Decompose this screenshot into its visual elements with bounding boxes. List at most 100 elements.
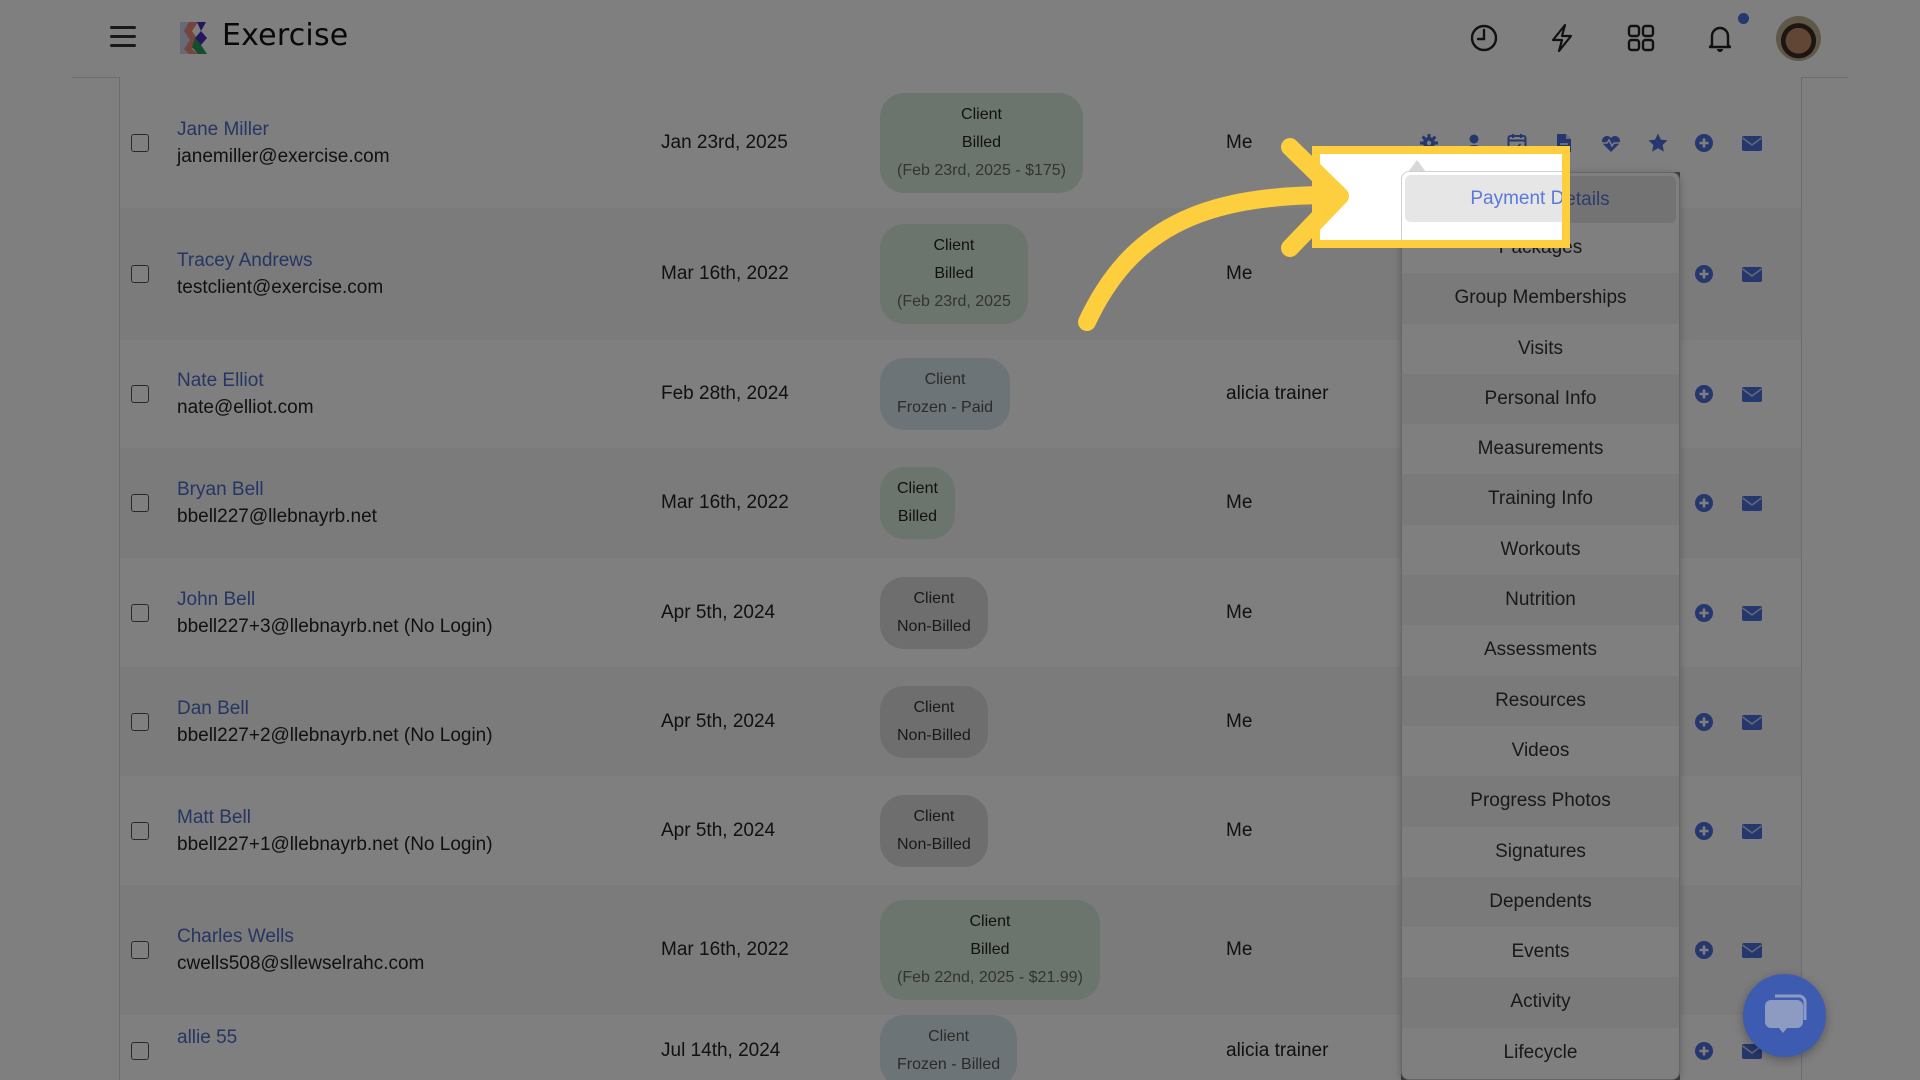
client-name-link[interactable]: Tracey Andrews [177, 250, 313, 272]
assigned-trainer: Me [1226, 710, 1253, 732]
assigned-trainer: Me [1226, 263, 1253, 284]
badge-role: Client [933, 237, 975, 254]
status-badge[interactable]: Client Non-Billed [880, 794, 988, 867]
spotlight-region: Payment Details [1320, 154, 1562, 240]
row-select-checkbox[interactable] [131, 494, 149, 512]
status-badge[interactable]: Client Billed [880, 467, 955, 539]
add-circle-icon[interactable] [1693, 383, 1715, 405]
chat-button[interactable] [1743, 974, 1826, 1057]
status-badge[interactable]: Client Non-Billed [880, 685, 988, 758]
envelope-icon[interactable] [1741, 711, 1763, 733]
envelope-icon[interactable] [1741, 132, 1763, 154]
star-icon[interactable] [1647, 132, 1669, 154]
status-badge[interactable]: Client Non-Billed [880, 576, 988, 649]
envelope-icon[interactable] [1741, 939, 1763, 961]
status-badge[interactable]: Client Frozen - Billed [880, 1015, 1018, 1080]
dropdown-item-progress-photos[interactable]: Progress Photos [1402, 776, 1679, 827]
row-select-checkbox[interactable] [131, 821, 149, 840]
menu-icon[interactable] [110, 26, 136, 48]
assigned-trainer: Me [1226, 132, 1253, 153]
add-circle-icon[interactable] [1693, 939, 1715, 961]
envelope-icon[interactable] [1741, 383, 1763, 405]
status-badge[interactable]: Client Billed (Feb 23rd, 2025 - $175) [880, 93, 1083, 193]
dropdown-item-payment-details[interactable]: Payment Details [1405, 175, 1562, 222]
top-navigation-bar: Exercise [72, 0, 1848, 78]
client-name-link[interactable]: Dan Bell [177, 698, 249, 720]
assigned-trainer: Me [1226, 492, 1253, 513]
client-date: Feb 28th, 2024 [661, 383, 789, 404]
add-circle-icon[interactable] [1693, 263, 1715, 285]
status-badge[interactable]: Client Frozen - Paid [880, 358, 1011, 430]
dropdown-item-events[interactable]: Events [1402, 927, 1679, 977]
envelope-icon[interactable] [1741, 492, 1763, 514]
chat-bubble-icon [1765, 994, 1807, 1033]
row-select-checkbox[interactable] [131, 712, 149, 731]
add-circle-icon[interactable] [1693, 602, 1715, 624]
settings-gear-icon[interactable] [1418, 132, 1440, 154]
bell-icon[interactable] [1704, 22, 1736, 54]
envelope-icon[interactable] [1741, 820, 1763, 842]
dropdown-item-lifecycle[interactable]: Lifecycle [1402, 1028, 1679, 1078]
client-name-link[interactable]: Matt Bell [177, 807, 251, 829]
badge-status: Non-Billed [897, 835, 971, 853]
calendar-icon[interactable] [1506, 132, 1528, 154]
dropdown-item-dependents[interactable]: Dependents [1402, 876, 1679, 928]
dropdown-item-workouts[interactable]: Workouts [1402, 525, 1679, 575]
heartbeat-icon[interactable] [1600, 132, 1622, 154]
row-select-checkbox[interactable] [131, 265, 149, 283]
dropdown-item-resources[interactable]: Resources [1402, 675, 1679, 726]
lightning-icon[interactable] [1546, 22, 1578, 54]
dropdown-item-signatures[interactable]: Signatures [1402, 827, 1679, 877]
client-name-link[interactable]: allie 55 [177, 1027, 237, 1049]
add-circle-icon[interactable] [1693, 492, 1715, 514]
status-badge[interactable]: Client Billed (Feb 22nd, 2025 - $21.99) [880, 900, 1100, 1000]
client-name-link[interactable]: Bryan Bell [177, 479, 264, 501]
row-select-checkbox[interactable] [131, 941, 149, 959]
badge-role: Client [961, 106, 1002, 123]
dropdown-item-training-info[interactable]: Training Info [1402, 474, 1679, 525]
dropdown-item-personal-info[interactable]: Personal Info [1402, 373, 1679, 425]
client-date: Mar 16th, 2022 [661, 492, 789, 513]
dropdown-item-visits[interactable]: Visits [1402, 324, 1679, 374]
envelope-icon[interactable] [1741, 263, 1763, 285]
apps-grid-icon[interactable] [1625, 22, 1657, 54]
assigned-trainer: alicia trainer [1226, 383, 1329, 404]
status-badge[interactable]: Client Billed (Feb 23rd, 2025 [880, 224, 1028, 324]
user-avatar[interactable] [1776, 16, 1821, 61]
row-select-checkbox[interactable] [131, 603, 149, 622]
client-email: nate@elliot.com [177, 397, 314, 418]
history-clock-icon[interactable] [1468, 22, 1500, 54]
row-select-checkbox[interactable] [131, 1042, 149, 1060]
add-circle-icon[interactable] [1693, 1040, 1715, 1062]
dropdown-item-nutrition[interactable]: Nutrition [1402, 575, 1679, 626]
dropdown-item-assessments[interactable]: Assessments [1402, 625, 1679, 675]
dropdown-item-videos[interactable]: Videos [1402, 726, 1679, 776]
client-date: Apr 5th, 2024 [661, 601, 776, 623]
dropdown-item-activity[interactable]: Activity [1402, 977, 1679, 1028]
badge-billing-detail: (Feb 23rd, 2025 - $175) [897, 162, 1066, 179]
user-icon[interactable] [1463, 132, 1485, 154]
row-select-checkbox[interactable] [131, 134, 149, 152]
client-date: Apr 5th, 2024 [661, 819, 776, 841]
badge-status: Billed [961, 134, 1002, 151]
client-name-link[interactable]: John Bell [177, 589, 255, 611]
row-select-checkbox[interactable] [131, 385, 149, 403]
brand-name[interactable]: Exercise [222, 18, 348, 53]
client-date: Jul 14th, 2024 [661, 1040, 781, 1061]
envelope-icon[interactable] [1741, 602, 1763, 624]
add-circle-icon[interactable] [1693, 711, 1715, 733]
client-name-link[interactable]: Charles Wells [177, 926, 294, 948]
document-icon[interactable] [1553, 132, 1575, 154]
assigned-trainer: Me [1226, 939, 1253, 960]
client-name-link[interactable]: Jane Miller [177, 119, 269, 141]
dropdown-item-measurements[interactable]: Measurements [1402, 424, 1679, 474]
assigned-trainer: Me [1226, 601, 1253, 623]
add-circle-icon[interactable] [1693, 820, 1715, 842]
client-name-link[interactable]: Nate Elliot [177, 370, 264, 392]
badge-status: Frozen - Paid [897, 399, 994, 416]
dropdown-item-group-memberships[interactable]: Group Memberships [1402, 273, 1679, 324]
add-circle-icon[interactable] [1693, 132, 1715, 154]
badge-role: Client [913, 589, 955, 607]
badge-status: Non-Billed [897, 726, 971, 744]
client-email: bbell227+2@llebnayrb.net (No Login) [177, 724, 493, 746]
